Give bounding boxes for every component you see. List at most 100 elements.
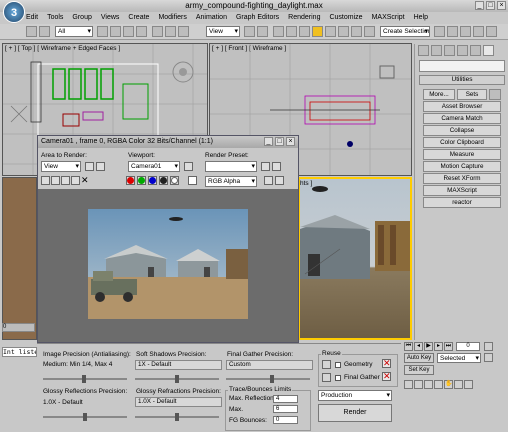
soft-shadows-knob[interactable]: [175, 375, 179, 383]
time-slider[interactable]: 0: [2, 323, 35, 332]
glossy-refractions-field[interactable]: 1.0X - Default: [135, 397, 222, 407]
keyboard-shortcut-icon[interactable]: [273, 26, 284, 37]
utilities-tab-icon[interactable]: [483, 45, 494, 56]
create-tab-icon[interactable]: [418, 45, 429, 56]
select-by-name-icon[interactable]: [110, 26, 121, 37]
fg-bounces-spinner[interactable]: 0: [273, 416, 298, 424]
viewport-left-sliver[interactable]: [2, 177, 37, 340]
toggle-ui-overlay-icon[interactable]: [264, 176, 273, 185]
select-object-icon[interactable]: [97, 26, 108, 37]
window-crossing-icon[interactable]: [136, 26, 147, 37]
channel-display-dropdown[interactable]: RGB Alpha: [205, 176, 257, 187]
set-key-button[interactable]: Set Key: [404, 365, 434, 375]
glossy-reflections-slider[interactable]: [43, 413, 127, 421]
next-frame-icon[interactable]: ▸: [434, 342, 443, 351]
max-spinner[interactable]: 6: [273, 405, 298, 413]
utilities-rollout-header[interactable]: Utilities: [419, 75, 505, 85]
final-gather-checkbox[interactable]: [335, 375, 341, 381]
viewport-dropdown[interactable]: Camera01: [128, 161, 180, 172]
edit-region-icon[interactable]: [85, 162, 94, 171]
menu-create[interactable]: Create: [128, 13, 149, 23]
menu-modifiers[interactable]: Modifiers: [158, 13, 186, 23]
utility-asset-browser[interactable]: Asset Browser: [423, 101, 501, 112]
play-icon[interactable]: ▶: [424, 342, 433, 351]
utility-camera-match[interactable]: Camera Match: [423, 113, 501, 124]
snap-toggle-icon[interactable]: [286, 26, 297, 37]
sets-button[interactable]: Sets: [457, 89, 487, 100]
display-tab-icon[interactable]: [470, 45, 481, 56]
named-selection-dropdown[interactable]: Create Selection Se: [380, 26, 430, 37]
clear-icon[interactable]: ✕: [81, 176, 90, 185]
utility-motion-capture[interactable]: Motion Capture: [423, 161, 501, 172]
final-gather-slider[interactable]: [226, 375, 310, 383]
align-icon[interactable]: [364, 26, 375, 37]
clear-geometry-cache-icon[interactable]: ✕: [382, 359, 391, 368]
render-maximize-icon[interactable]: □: [275, 137, 284, 146]
print-image-icon[interactable]: [71, 176, 80, 185]
image-precision-knob[interactable]: [82, 375, 86, 383]
angle-snap-icon[interactable]: [299, 26, 310, 37]
time-config-icon[interactable]: [484, 353, 493, 362]
final-gather-mode-icon[interactable]: [322, 373, 331, 382]
clear-fg-cache-icon[interactable]: ✕: [382, 372, 391, 381]
key-mode-icon[interactable]: [484, 342, 493, 351]
selection-set-dropdown[interactable]: Selected: [437, 353, 481, 363]
utility-reset-xform[interactable]: Reset XForm: [423, 173, 501, 184]
soft-shadows-field[interactable]: 1X - Default: [135, 360, 222, 370]
menu-rendering[interactable]: Rendering: [288, 13, 320, 23]
menu-group[interactable]: Group: [72, 13, 91, 23]
pivot-icon[interactable]: [244, 26, 255, 37]
quick-render-icon[interactable]: [486, 26, 497, 37]
edit-named-selections-icon[interactable]: [338, 26, 349, 37]
pan-icon[interactable]: ✋: [444, 380, 453, 389]
minimize-icon[interactable]: _: [475, 1, 484, 10]
menu-maxscript[interactable]: MAXScript: [372, 13, 405, 23]
more-button[interactable]: More...: [423, 89, 455, 100]
image-precision-slider[interactable]: [43, 375, 127, 383]
scale-icon[interactable]: [178, 26, 189, 37]
auto-region-icon[interactable]: [96, 162, 105, 171]
utility-measure[interactable]: Measure: [423, 149, 501, 160]
soft-shadows-slider[interactable]: [135, 375, 219, 383]
final-gather-knob[interactable]: [270, 375, 274, 383]
layer-manager-icon[interactable]: [434, 26, 445, 37]
alpha-channel-button[interactable]: [159, 176, 168, 185]
select-manipulate-icon[interactable]: [257, 26, 268, 37]
geometry-checkbox[interactable]: [335, 362, 341, 368]
viewport-perspective[interactable]: hts ]: [298, 177, 412, 340]
go-to-start-icon[interactable]: ⏮: [404, 342, 413, 351]
maximize-icon[interactable]: □: [486, 1, 495, 10]
glossy-reflections-knob[interactable]: [83, 413, 87, 421]
region-select-icon[interactable]: [123, 26, 134, 37]
go-to-end-icon[interactable]: ⏭: [444, 342, 453, 351]
app-logo-icon[interactable]: 3: [3, 1, 25, 23]
glossy-refractions-knob[interactable]: [175, 413, 179, 421]
menu-edit[interactable]: Edit: [26, 13, 38, 23]
utility-color-clipboard[interactable]: Color Clipboard: [423, 137, 501, 148]
menu-tools[interactable]: Tools: [47, 13, 63, 23]
reference-coordinate-dropdown[interactable]: View: [206, 26, 240, 37]
render-button[interactable]: Render: [318, 404, 392, 422]
render-setup-icon[interactable]: [261, 162, 270, 171]
selection-filter-dropdown[interactable]: All: [55, 26, 93, 37]
material-editor-icon[interactable]: [460, 26, 471, 37]
previous-frame-icon[interactable]: ◂: [414, 342, 423, 351]
maximize-viewport-icon[interactable]: [464, 380, 473, 389]
red-channel-button[interactable]: [126, 176, 135, 185]
redo-icon[interactable]: [39, 26, 50, 37]
utility-reactor[interactable]: reactor: [423, 197, 501, 208]
final-gather-field[interactable]: Custom: [226, 360, 313, 370]
toggle-ui-icon[interactable]: [275, 176, 284, 185]
blue-channel-button[interactable]: [148, 176, 157, 185]
render-close-icon[interactable]: ×: [286, 137, 295, 146]
modify-tab-icon[interactable]: [431, 45, 442, 56]
close-icon[interactable]: ×: [497, 1, 506, 10]
copy-image-icon[interactable]: [51, 176, 60, 185]
mirror-icon[interactable]: [351, 26, 362, 37]
green-channel-button[interactable]: [137, 176, 146, 185]
curve-editor-icon[interactable]: [447, 26, 458, 37]
render-preset-dropdown[interactable]: [205, 161, 257, 172]
render-setup-icon[interactable]: [473, 26, 484, 37]
swatch-color-box[interactable]: [188, 176, 197, 185]
menu-views[interactable]: Views: [101, 13, 120, 23]
